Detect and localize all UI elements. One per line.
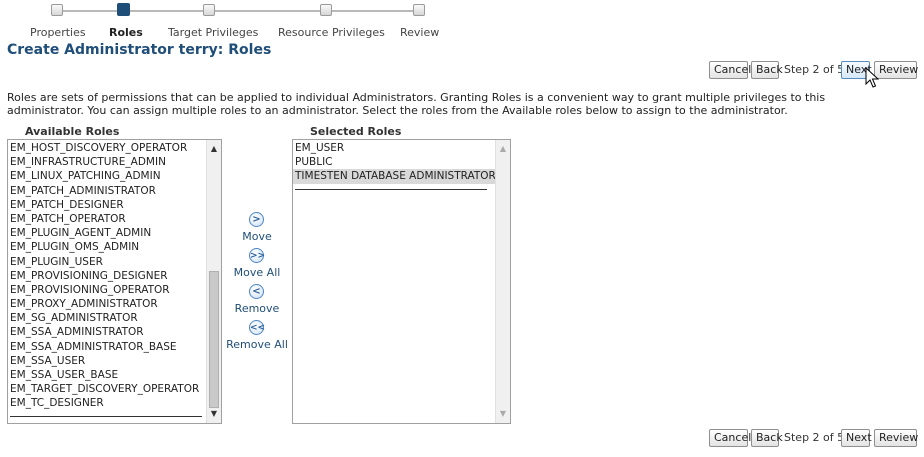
selected-role-option[interactable]: PUBLIC bbox=[293, 155, 510, 169]
selected-roles-header: Selected Roles bbox=[310, 125, 402, 138]
step-label-review[interactable]: Review bbox=[400, 26, 439, 39]
selected-roles-list[interactable]: EM_USER PUBLIC TIMESTEN DATABASE ADMINISTR… bbox=[292, 139, 511, 424]
review-button-top[interactable]: Review bbox=[874, 61, 918, 79]
list-separator bbox=[295, 188, 487, 190]
move-left-icon[interactable]: < bbox=[249, 284, 264, 299]
selected-roles-items: EM_USER PUBLIC TIMESTEN DATABASE ADMINISTR… bbox=[293, 140, 510, 184]
move-all-left-icon[interactable]: << bbox=[249, 320, 265, 335]
available-roles-list[interactable]: EM_HOST_DISCOVERY_OPERATOR EM_INFRASTRUCT… bbox=[7, 139, 222, 424]
available-role-option[interactable]: EM_SSA_ADMINISTRATOR bbox=[8, 325, 221, 339]
train-line bbox=[56, 10, 418, 12]
step-label-resource-privileges[interactable]: Resource Privileges bbox=[278, 26, 385, 39]
list-separator bbox=[10, 415, 202, 417]
available-roles-scrollbar[interactable]: ▲ ▼ bbox=[206, 140, 221, 423]
move-button[interactable]: Move bbox=[234, 230, 280, 243]
step-label-properties[interactable]: Properties bbox=[30, 26, 86, 39]
available-role-option[interactable]: EM_PATCH_DESIGNER bbox=[8, 198, 221, 212]
back-button-top[interactable]: Back bbox=[751, 61, 783, 79]
available-role-option[interactable]: EM_TARGET_DISCOVERY_OPERATOR bbox=[8, 382, 221, 396]
remove-button[interactable]: Remove bbox=[229, 302, 285, 315]
move-all-right-icon[interactable]: >> bbox=[249, 248, 265, 263]
cancel-button-bottom[interactable]: Cancel bbox=[709, 429, 751, 447]
available-role-option[interactable]: EM_PLUGIN_OMS_ADMIN bbox=[8, 240, 221, 254]
step-marker-review[interactable] bbox=[413, 4, 425, 16]
step-label-target-privileges[interactable]: Target Privileges bbox=[168, 26, 258, 39]
move-right-icon[interactable]: > bbox=[249, 212, 264, 227]
available-role-option[interactable]: EM_SSA_USER_BASE bbox=[8, 368, 221, 382]
review-button-bottom[interactable]: Review bbox=[874, 429, 918, 447]
selected-roles-scrollbar[interactable]: ▲ ▼ bbox=[495, 140, 510, 423]
available-role-option[interactable]: EM_PATCH_OPERATOR bbox=[8, 212, 221, 226]
next-button-bottom[interactable]: Next bbox=[841, 429, 872, 447]
scroll-up-icon[interactable]: ▲ bbox=[496, 142, 510, 156]
available-role-option[interactable]: EM_SG_ADMINISTRATOR bbox=[8, 311, 221, 325]
page-title: Create Administrator terry: Roles bbox=[7, 42, 272, 58]
step-marker-properties[interactable] bbox=[51, 4, 63, 16]
step-label-roles: Roles bbox=[109, 26, 143, 39]
cancel-button-top[interactable]: Cancel bbox=[709, 61, 751, 79]
step-marker-roles bbox=[117, 3, 130, 16]
available-role-option[interactable]: EM_PROVISIONING_DESIGNER bbox=[8, 269, 221, 283]
step-marker-resource-privileges[interactable] bbox=[320, 4, 332, 16]
remove-all-button[interactable]: Remove All bbox=[224, 338, 290, 351]
step-marker-target-privileges[interactable] bbox=[203, 4, 215, 16]
selected-role-option[interactable]: TIMESTEN DATABASE ADMINISTRATORS bbox=[293, 169, 510, 184]
available-role-option[interactable]: EM_PATCH_ADMINISTRATOR bbox=[8, 184, 221, 198]
available-role-option[interactable]: EM_PROVISIONING_OPERATOR bbox=[8, 283, 221, 297]
available-role-option[interactable]: EM_PLUGIN_USER bbox=[8, 255, 221, 269]
available-role-option[interactable]: EM_TC_DESIGNER bbox=[8, 396, 221, 410]
available-role-option[interactable]: EM_HOST_DISCOVERY_OPERATOR bbox=[8, 141, 221, 155]
available-role-option[interactable]: EM_INFRASTRUCTURE_ADMIN bbox=[8, 155, 221, 169]
selected-role-option[interactable]: EM_USER bbox=[293, 141, 510, 155]
scroll-down-icon[interactable]: ▼ bbox=[496, 407, 510, 421]
move-all-button[interactable]: Move All bbox=[229, 266, 285, 279]
scrollbar-thumb[interactable] bbox=[209, 271, 219, 408]
step-indicator-bottom: Step 2 of 5 bbox=[784, 431, 845, 444]
available-roles-items: EM_HOST_DISCOVERY_OPERATOR EM_INFRASTRUCT… bbox=[8, 140, 221, 411]
available-role-option[interactable]: EM_LINUX_PATCHING_ADMIN bbox=[8, 169, 221, 183]
page-description: Roles are sets of permissions that can b… bbox=[7, 91, 826, 117]
mouse-pointer-icon bbox=[865, 67, 879, 88]
back-button-bottom[interactable]: Back bbox=[751, 429, 783, 447]
available-roles-header: Available Roles bbox=[25, 125, 120, 138]
available-role-option[interactable]: EM_SSA_USER bbox=[8, 354, 221, 368]
scroll-down-icon[interactable]: ▼ bbox=[207, 407, 221, 421]
available-role-option[interactable]: EM_PROXY_ADMINISTRATOR bbox=[8, 297, 221, 311]
available-role-option[interactable]: EM_PLUGIN_AGENT_ADMIN bbox=[8, 226, 221, 240]
available-role-option[interactable]: EM_SSA_ADMINISTRATOR_BASE bbox=[8, 340, 221, 354]
scroll-up-icon[interactable]: ▲ bbox=[207, 142, 221, 156]
step-indicator-top: Step 2 of 5 bbox=[784, 63, 845, 76]
